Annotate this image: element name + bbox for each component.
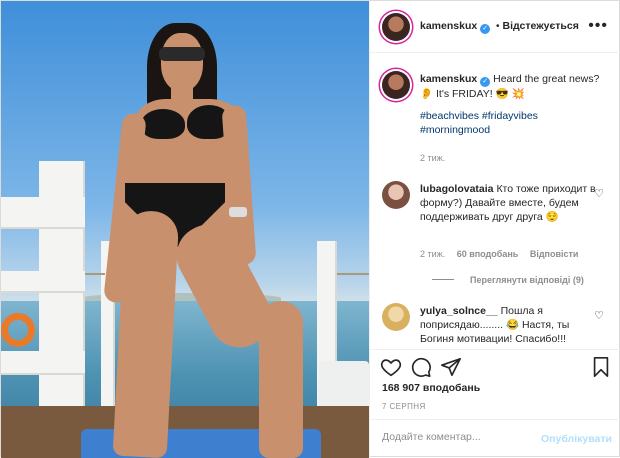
publish-button[interactable]: Опублікувати [541,433,612,445]
rope-right [337,273,369,275]
comment-likes[interactable]: 60 вподобань [457,249,519,259]
life-buoy [1,313,35,347]
comment-username[interactable]: yulya_solnce__ [420,305,498,317]
comments-list[interactable]: kamenskux ✓ Heard the great news? 👂 It's … [370,53,620,349]
post-photo[interactable] [1,1,369,458]
author-avatar[interactable] [382,13,410,41]
post-header: kamenskux ✓ • Відстежується ••• [370,1,620,53]
comment-input[interactable] [382,431,532,443]
reply-button[interactable]: Відповісти [530,249,579,259]
instagram-post: kamenskux ✓ • Відстежується ••• kamenskux ✓… [0,0,620,458]
sunglasses [159,47,205,61]
heart-icon[interactable] [380,356,402,378]
commenter-avatar[interactable] [382,181,410,209]
comment-time[interactable]: 2 тиж. [420,249,445,259]
header-line: kamenskux ✓ • Відстежується [420,20,579,34]
hashtag-fridayvibes[interactable]: #fridayvibes [482,110,538,122]
post-side-panel: kamenskux ✓ • Відстежується ••• kamenskux ✓… [369,1,620,458]
action-bar: 168 907 вподобань 7 СЕРПНЯ [370,349,620,419]
comment-meta: 2 тиж. 60 вподобань Відповісти [420,249,587,259]
hashtag-beachvibes[interactable]: #beachvibes [420,110,479,122]
comment-item: lubagolovataia Кто тоже приходит в форму… [382,179,612,299]
railing-bar-top [1,197,85,229]
caption-username[interactable]: kamenskux [420,73,477,85]
likes-count[interactable]: 168 907 вподобань [382,382,480,394]
watch [229,207,247,217]
comment-like-heart-icon[interactable]: ♡ [594,309,604,322]
paper-plane-icon[interactable] [440,356,462,378]
railing-bar-low [1,351,85,375]
add-comment-bar: Опублікувати [370,419,620,458]
railing-bar-mid [1,271,85,293]
bookmark-icon[interactable] [590,356,612,378]
caption-avatar[interactable] [382,71,410,99]
author-username[interactable]: kamenskux [420,20,477,32]
comment-item: yulya_solnce__ Пошла я поприсядаю.......… [382,301,612,349]
comment-like-heart-icon[interactable]: ♡ [594,187,604,200]
hashtag-morningmood[interactable]: #morningmood [420,123,605,137]
view-replies-button[interactable]: Переглянути відповіді (9) [432,275,584,285]
post-date[interactable]: 7 СЕРПНЯ [382,402,426,411]
comment-icon[interactable] [410,356,432,378]
comment-text-block: lubagolovataia Кто тоже приходит в форму… [420,182,605,224]
view-replies-label: Переглянути відповіді (9) [470,275,584,285]
caption: kamenskux ✓ Heard the great news? 👂 It's … [382,69,612,169]
commenter-avatar[interactable] [382,303,410,331]
rope [85,273,105,275]
separator-dot: • [495,21,500,32]
follow-status-button[interactable]: Відстежується [503,20,579,32]
caption-text-block: kamenskux ✓ Heard the great news? 👂 It's … [420,72,605,137]
comment-text-block: yulya_solnce__ Пошла я поприсядаю.......… [420,304,605,346]
comment-username[interactable]: lubagolovataia [420,183,494,195]
more-options-icon[interactable]: ••• [588,17,608,35]
verified-badge-icon: ✓ [480,24,491,34]
verified-badge-icon: ✓ [480,77,491,87]
replies-divider [432,279,454,280]
caption-time[interactable]: 2 тиж. [420,153,445,163]
